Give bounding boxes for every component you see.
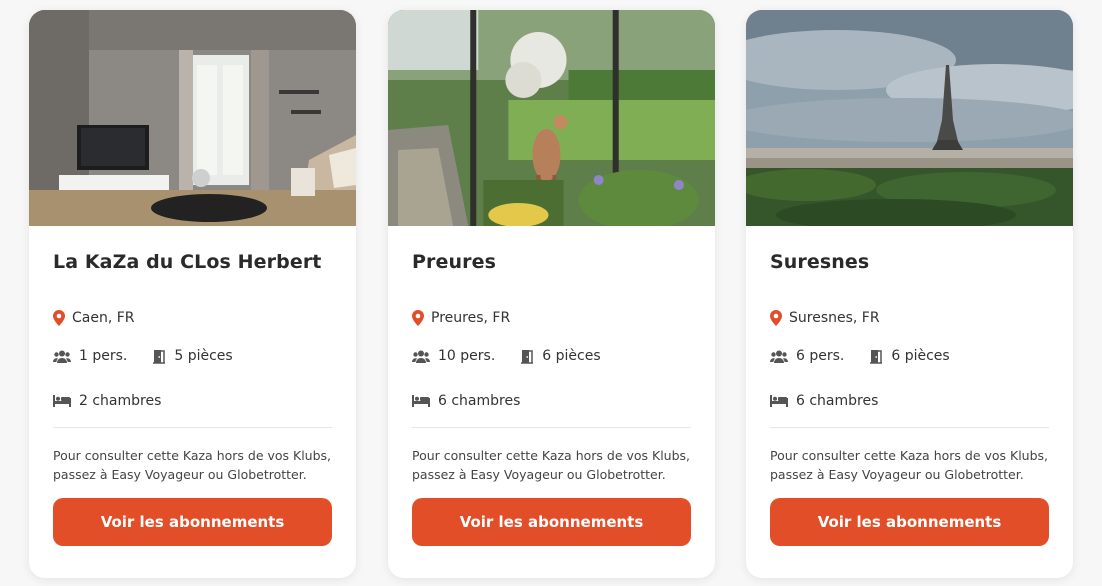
divider [770, 427, 1049, 428]
users-icon [412, 350, 430, 363]
listing-location: Suresnes, FR [770, 308, 1049, 328]
bedrooms-text: 2 chambres [79, 393, 162, 409]
listing-stats: 1 pers. 5 pièces [53, 346, 332, 366]
bed-icon [412, 395, 430, 407]
bedrooms-stat: 6 chambres [770, 391, 1049, 411]
rooms-stat: 6 pièces [869, 348, 950, 364]
door-icon [870, 349, 883, 364]
location-text: Suresnes, FR [789, 310, 880, 326]
persons-stat: 10 pers. [412, 348, 495, 364]
location-text: Preures, FR [431, 310, 511, 326]
listing-title[interactable]: La KaZa du CLos Herbert [53, 251, 332, 275]
location-text: Caen, FR [72, 310, 135, 326]
users-icon [770, 350, 788, 363]
rooms-stat: 5 pièces [152, 348, 233, 364]
rooms-text: 6 pièces [542, 348, 601, 364]
listing-location: Caen, FR [53, 308, 332, 328]
bedrooms-text: 6 chambres [438, 393, 521, 409]
divider [412, 427, 691, 428]
listing-photo[interactable] [746, 10, 1073, 226]
listing-location: Preures, FR [412, 308, 691, 328]
listing-stats: 6 pers. 6 pièces [770, 346, 1049, 366]
persons-text: 6 pers. [796, 348, 845, 364]
listing-title[interactable]: Suresnes [770, 251, 1049, 275]
listing-grid: La KaZa du CLos Herbert Caen, FR 1 pers.… [0, 0, 1102, 586]
listing-title[interactable]: Preures [412, 251, 691, 275]
bedrooms-text: 6 chambres [796, 393, 879, 409]
view-subscriptions-button[interactable]: Voir les abonnements [770, 498, 1049, 546]
bedrooms-stat: 6 chambres [412, 391, 691, 411]
door-icon [521, 349, 534, 364]
persons-stat: 6 pers. [770, 348, 844, 364]
rooms-text: 5 pièces [174, 348, 233, 364]
map-pin-icon [770, 310, 782, 326]
view-subscriptions-button[interactable]: Voir les abonnements [412, 498, 691, 546]
bed-icon [53, 395, 71, 407]
persons-text: 10 pers. [438, 348, 496, 364]
listing-card[interactable]: Preures Preures, FR 10 pers. 6 pièces 6 … [388, 10, 715, 578]
listing-card[interactable]: Suresnes Suresnes, FR 6 pers. 6 pièces 6… [746, 10, 1073, 578]
rooms-stat: 6 pièces [520, 348, 601, 364]
listing-photo[interactable] [29, 10, 356, 226]
users-icon [53, 350, 71, 363]
map-pin-icon [53, 310, 65, 326]
listing-photo[interactable] [388, 10, 715, 226]
view-subscriptions-button[interactable]: Voir les abonnements [53, 498, 332, 546]
bedrooms-stat: 2 chambres [53, 391, 332, 411]
upgrade-note: Pour consulter cette Kaza hors de vos Kl… [53, 448, 332, 482]
bed-icon [770, 395, 788, 407]
divider [53, 427, 332, 428]
door-icon [153, 349, 166, 364]
persons-stat: 1 pers. [53, 348, 127, 364]
upgrade-note: Pour consulter cette Kaza hors de vos Kl… [412, 448, 691, 482]
map-pin-icon [412, 310, 424, 326]
upgrade-note: Pour consulter cette Kaza hors de vos Kl… [770, 448, 1049, 482]
listing-stats: 10 pers. 6 pièces [412, 346, 691, 366]
persons-text: 1 pers. [79, 348, 128, 364]
rooms-text: 6 pièces [891, 348, 950, 364]
listing-card[interactable]: La KaZa du CLos Herbert Caen, FR 1 pers.… [29, 10, 356, 578]
